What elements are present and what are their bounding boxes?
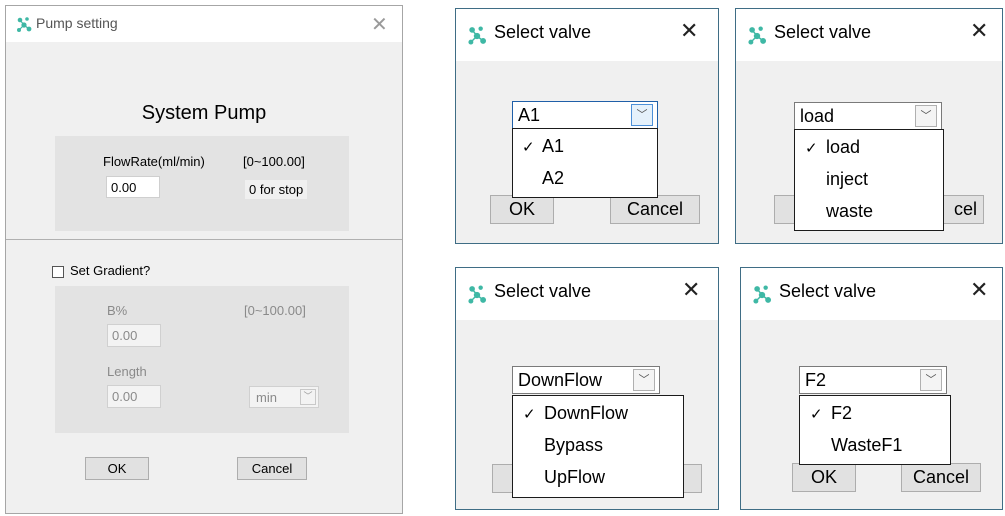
app-molecule-icon bbox=[17, 17, 32, 32]
page-title: System Pump bbox=[141, 102, 267, 124]
gradient-panel: B% [0~100.00] 0.00 Length 0.00 min ﹀ bbox=[55, 286, 349, 433]
ok-button[interactable]: OK bbox=[792, 463, 856, 492]
length-label: Length bbox=[107, 364, 147, 379]
stop-hint: 0 for stop bbox=[245, 180, 308, 199]
chevron-down-icon: ﹀ bbox=[300, 389, 316, 405]
valve-select-value: A1 bbox=[518, 105, 541, 125]
cancel-button[interactable]: Cancel bbox=[610, 195, 700, 224]
pump-setting-window: Pump setting ✕ System Pump FlowRate(ml/m… bbox=[5, 5, 403, 514]
unit-select[interactable]: min ﹀ bbox=[249, 386, 319, 408]
app-molecule-icon bbox=[753, 285, 772, 304]
length-input[interactable]: 0.00 bbox=[107, 385, 161, 408]
divider bbox=[6, 239, 402, 240]
select-valve-dialog-3: Select valve ✕ DownFlow ﹀ ✓ DownFlow Byp… bbox=[455, 267, 719, 510]
title-bar: Select valve ✕ bbox=[456, 268, 718, 320]
select-valve-dialog-4: Select valve ✕ OK Cancel F2 ﹀ ✓ F2 Waste… bbox=[740, 267, 1003, 510]
checkmark-icon: ✓ bbox=[805, 139, 818, 157]
option-label: inject bbox=[826, 169, 869, 189]
dropdown-option[interactable]: ✓ load bbox=[795, 134, 943, 164]
flow-rate-label: FlowRate(ml/min) bbox=[103, 154, 205, 169]
valve-dropdown-list: ✓ A1 A2 bbox=[512, 128, 658, 198]
flow-rate-input[interactable]: 0.00 bbox=[106, 176, 160, 198]
set-gradient-label: Set Gradient? bbox=[70, 263, 151, 278]
close-icon[interactable]: ✕ bbox=[680, 19, 698, 44]
valve-dropdown-list: ✓ DownFlow Bypass UpFlow bbox=[512, 395, 684, 498]
valve-select[interactable]: DownFlow ﹀ bbox=[512, 366, 660, 394]
option-label: DownFlow bbox=[544, 403, 629, 423]
option-label: A1 bbox=[542, 136, 565, 156]
close-icon[interactable]: ✕ bbox=[371, 12, 388, 36]
checkmark-icon: ✓ bbox=[810, 405, 823, 423]
title-bar: Pump setting ✕ bbox=[6, 6, 402, 42]
cancel-button[interactable]: Cancel bbox=[237, 457, 307, 480]
dialog-title: Select valve bbox=[779, 281, 877, 301]
b-percent-range: [0~100.00] bbox=[244, 303, 306, 318]
dialog-title: Select valve bbox=[774, 22, 872, 42]
valve-select[interactable]: A1 ﹀ bbox=[512, 101, 658, 129]
app-molecule-icon bbox=[748, 26, 767, 45]
cancel-button[interactable]: Cancel bbox=[901, 463, 981, 492]
valve-select-value: DownFlow bbox=[518, 370, 603, 390]
set-gradient-checkbox[interactable] bbox=[52, 266, 64, 278]
dialog-title: Select valve bbox=[494, 22, 592, 42]
checkmark-icon: ✓ bbox=[522, 138, 535, 156]
dropdown-option[interactable]: ✓ A1 bbox=[513, 133, 657, 163]
select-valve-dialog-2: Select valve ✕ cel load ﹀ ✓ load inject … bbox=[735, 8, 1003, 244]
option-label: load bbox=[826, 137, 861, 157]
flow-rate-panel: FlowRate(ml/min) [0~100.00] 0.00 0 for s… bbox=[55, 136, 349, 231]
chevron-down-icon[interactable]: ﹀ bbox=[920, 369, 942, 391]
valve-select[interactable]: load ﹀ bbox=[794, 102, 942, 130]
title-bar: Select valve ✕ bbox=[736, 9, 1002, 61]
dropdown-option[interactable]: Bypass bbox=[513, 432, 683, 462]
app-molecule-icon bbox=[468, 26, 487, 45]
close-icon[interactable]: ✕ bbox=[970, 278, 988, 303]
valve-select[interactable]: F2 ﹀ bbox=[799, 366, 947, 394]
dropdown-option[interactable]: UpFlow bbox=[513, 464, 683, 494]
checkmark-icon: ✓ bbox=[523, 405, 536, 423]
close-icon[interactable]: ✕ bbox=[682, 278, 700, 303]
dropdown-option[interactable]: inject bbox=[795, 166, 943, 196]
option-label: WasteF1 bbox=[831, 435, 903, 455]
unit-select-value: min bbox=[256, 390, 277, 405]
title-bar: Select valve ✕ bbox=[456, 9, 718, 61]
dropdown-option[interactable]: WasteF1 bbox=[800, 432, 950, 462]
b-percent-label: B% bbox=[107, 303, 128, 318]
dropdown-option[interactable]: A2 bbox=[513, 165, 657, 195]
valve-dropdown-list: ✓ load inject waste bbox=[794, 129, 944, 231]
flow-rate-range: [0~100.00] bbox=[243, 154, 305, 169]
dropdown-option[interactable]: ✓ DownFlow bbox=[513, 400, 683, 430]
option-label: F2 bbox=[831, 403, 853, 423]
chevron-down-icon[interactable]: ﹀ bbox=[915, 105, 937, 127]
window-title: Pump setting bbox=[36, 15, 118, 31]
chevron-down-icon[interactable]: ﹀ bbox=[631, 104, 653, 126]
app-molecule-icon bbox=[468, 285, 487, 304]
option-label: waste bbox=[826, 201, 874, 221]
valve-dropdown-list: ✓ F2 WasteF1 bbox=[799, 395, 951, 465]
valve-select-value: load bbox=[800, 106, 835, 126]
title-bar: Select valve ✕ bbox=[741, 268, 1002, 320]
ok-button[interactable]: OK bbox=[85, 457, 149, 480]
option-label: A2 bbox=[542, 168, 565, 188]
select-valve-dialog-1: Select valve ✕ OK Cancel A1 ﹀ ✓ A1 A2 bbox=[455, 8, 719, 244]
ok-button[interactable]: OK bbox=[490, 195, 554, 224]
dropdown-option[interactable]: waste bbox=[795, 198, 943, 228]
b-percent-input[interactable]: 0.00 bbox=[107, 324, 161, 347]
dialog-title: Select valve bbox=[494, 281, 592, 301]
valve-select-value: F2 bbox=[805, 370, 827, 390]
chevron-down-icon[interactable]: ﹀ bbox=[633, 369, 655, 391]
option-label: UpFlow bbox=[544, 467, 606, 487]
close-icon[interactable]: ✕ bbox=[970, 19, 988, 44]
option-label: Bypass bbox=[544, 435, 604, 455]
dropdown-option[interactable]: ✓ F2 bbox=[800, 400, 950, 430]
